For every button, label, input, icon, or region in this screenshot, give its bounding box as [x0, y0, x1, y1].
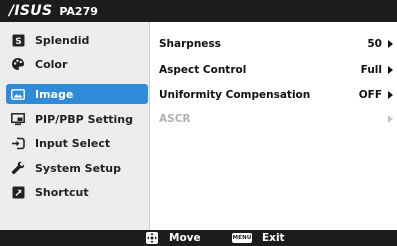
image-icon: [10, 87, 26, 101]
setting-row-uniformity-compensation[interactable]: Uniformity Compensation OFF: [159, 85, 393, 105]
menu-key-icon: MENU: [232, 233, 252, 243]
exit-hint-label: Exit: [262, 232, 285, 244]
sidebar-item-shortcut[interactable]: Shortcut: [6, 182, 148, 202]
setting-value: 50: [367, 38, 382, 50]
setting-row-sharpness[interactable]: Sharpness 50: [159, 34, 393, 54]
splendid-icon: S: [10, 33, 26, 47]
move-hint-label: Move: [169, 232, 201, 244]
setting-label: Aspect Control: [159, 64, 247, 76]
joystick-move-icon: [146, 232, 158, 244]
title-bar: /ISUS PA279: [0, 0, 397, 22]
setting-row-ascr: ASCR: [159, 109, 393, 129]
chevron-right-icon: [388, 91, 393, 99]
palette-icon: [10, 57, 26, 71]
sidebar-item-system-setup[interactable]: System Setup: [6, 158, 148, 178]
sidebar-item-color[interactable]: Color: [6, 54, 148, 74]
setting-row-aspect-control[interactable]: Aspect Control Full: [159, 60, 393, 80]
sidebar: S Splendid Color Image PIP/PBP Setting I…: [0, 22, 150, 230]
model-name: PA279: [59, 4, 98, 18]
sidebar-item-image[interactable]: Image: [6, 84, 148, 104]
chevron-right-icon: [388, 115, 393, 123]
sidebar-item-label: Color: [35, 57, 68, 71]
pip-icon: [10, 112, 26, 126]
svg-text:S: S: [15, 37, 21, 47]
sidebar-item-label: Image: [35, 87, 74, 101]
sidebar-item-input-select[interactable]: Input Select: [6, 133, 148, 153]
setting-value: Full: [360, 64, 382, 76]
sidebar-item-label: System Setup: [35, 161, 121, 175]
osd-menu: /ISUS PA279 S Splendid Color Image PIP/P…: [0, 0, 397, 246]
sidebar-item-splendid[interactable]: S Splendid: [6, 30, 148, 50]
shortcut-icon: [10, 185, 26, 199]
settings-panel: Sharpness 50 Aspect Control Full Uniform…: [150, 22, 397, 230]
wrench-icon: [10, 161, 26, 175]
input-select-icon: [10, 136, 26, 150]
brand-logo-text: /ISUS: [9, 3, 53, 19]
setting-label: Sharpness: [159, 38, 221, 50]
setting-label: ASCR: [159, 113, 191, 125]
sidebar-item-label: Shortcut: [35, 185, 89, 199]
asus-logo: /ISUS: [9, 3, 52, 19]
sidebar-item-pip-pbp[interactable]: PIP/PBP Setting: [6, 109, 148, 129]
hint-bar: Move MENU Exit: [0, 230, 397, 246]
sidebar-item-label: Splendid: [35, 33, 90, 47]
sidebar-item-label: PIP/PBP Setting: [35, 112, 133, 126]
chevron-right-icon: [388, 66, 393, 74]
setting-value: OFF: [358, 89, 382, 101]
chevron-right-icon: [388, 40, 393, 48]
sidebar-item-label: Input Select: [35, 136, 111, 150]
setting-label: Uniformity Compensation: [159, 89, 311, 101]
